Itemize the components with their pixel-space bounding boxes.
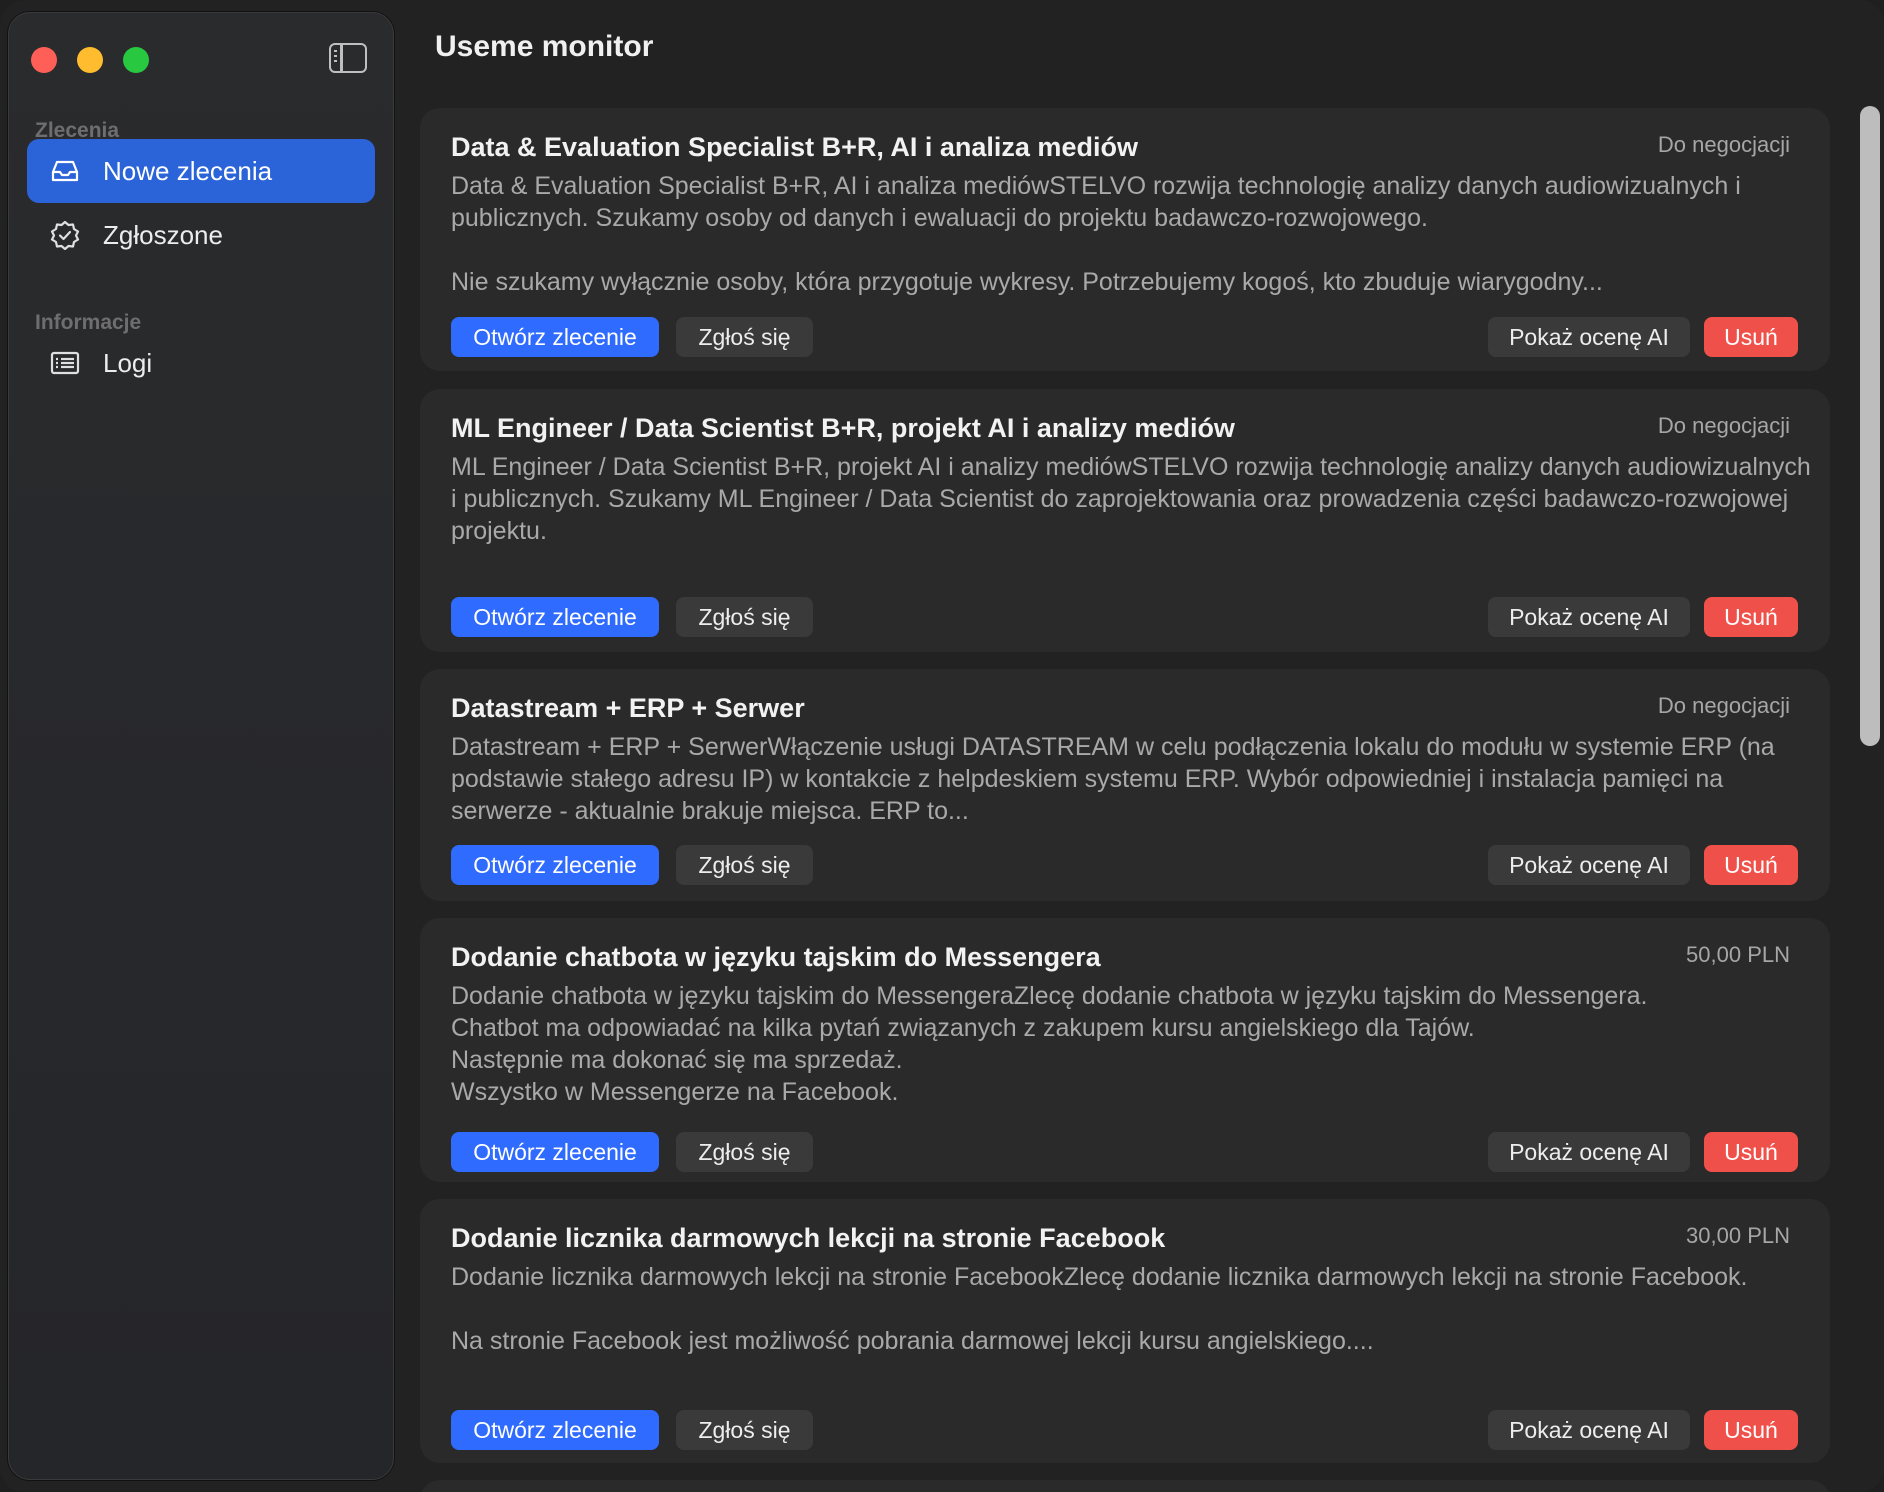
job-price: Do negocjacji <box>1657 413 1790 438</box>
job-description: Datastream + ERP + SerwerWłączenie usług… <box>451 733 1782 825</box>
sidebar-item-nowe-zlecenia[interactable]: Nowe zlecenia <box>27 139 375 203</box>
delete-button[interactable]: Usuń <box>1704 597 1798 637</box>
scrollbar-thumb[interactable] <box>1860 106 1880 746</box>
job-description: Dodanie chatbota w języku tajskim do Mes… <box>451 982 1648 1106</box>
show-ai-rating-button[interactable]: Pokaż ocenę AI <box>1488 1410 1690 1450</box>
show-ai-rating-button[interactable]: Pokaż ocenę AI <box>1488 317 1690 357</box>
show-ai-rating-button[interactable]: Pokaż ocenę AI <box>1488 1132 1690 1172</box>
zoom-window-button[interactable] <box>123 47 149 73</box>
job-card: Dodanie licznika darmowych lekcji na str… <box>420 1199 1830 1463</box>
job-title: Data & Evaluation Specialist B+R, AI i a… <box>451 132 1138 162</box>
list-icon <box>49 347 81 379</box>
job-title: ML Engineer / Data Scientist B+R, projek… <box>451 413 1235 443</box>
job-title: Datastream + ERP + Serwer <box>451 693 805 723</box>
job-card: Datastream + ERP + Serwer Do negocjacji … <box>420 669 1830 901</box>
sidebar-item-label: Logi <box>103 347 153 378</box>
close-window-button[interactable] <box>31 47 57 73</box>
job-card: Data & Evaluation Specialist B+R, AI i a… <box>420 108 1830 371</box>
job-description: Data & Evaluation Specialist B+R, AI i a… <box>451 172 1741 296</box>
job-card: ML Engineer / Data Scientist B+R, projek… <box>420 389 1830 652</box>
job-description: Dodanie licznika darmowych lekcji na str… <box>451 1263 1748 1355</box>
job-price: Do negocjacji <box>1657 693 1790 718</box>
apply-button[interactable]: Zgłoś się <box>676 597 813 637</box>
apply-button[interactable]: Zgłoś się <box>676 1132 813 1172</box>
job-price: 30,00 PLN <box>1686 1223 1790 1248</box>
job-title: Dodanie chatbota w języku tajskim do Mes… <box>451 942 1101 972</box>
delete-button[interactable]: Usuń <box>1704 317 1798 357</box>
sidebar-toggle-icon[interactable] <box>329 43 367 73</box>
show-ai-rating-button[interactable]: Pokaż ocenę AI <box>1488 597 1690 637</box>
job-card: Dodanie chatbota w języku tajskim do Mes… <box>420 918 1830 1182</box>
delete-button[interactable]: Usuń <box>1704 845 1798 885</box>
open-job-button[interactable]: Otwórz zlecenie <box>451 1132 659 1172</box>
show-ai-rating-button[interactable]: Pokaż ocenę AI <box>1488 845 1690 885</box>
open-job-button[interactable]: Otwórz zlecenie <box>451 1410 659 1450</box>
job-card <box>420 1480 1830 1492</box>
sidebar: Zlecenia Nowe zlecenia Zgłoszone Informa… <box>8 12 394 1480</box>
open-job-button[interactable]: Otwórz zlecenie <box>451 597 659 637</box>
checkmark-seal-icon <box>49 219 81 251</box>
job-price: 50,00 PLN <box>1686 942 1790 967</box>
tray-icon <box>49 155 81 187</box>
minimize-window-button[interactable] <box>77 47 103 73</box>
open-job-button[interactable]: Otwórz zlecenie <box>451 845 659 885</box>
sidebar-item-logi[interactable]: Logi <box>27 331 375 395</box>
sidebar-item-label: Zgłoszone <box>103 219 223 250</box>
page-title: Useme monitor <box>435 30 654 63</box>
sidebar-item-zgloszone[interactable]: Zgłoszone <box>27 203 375 267</box>
apply-button[interactable]: Zgłoś się <box>676 317 813 357</box>
job-price: Do negocjacji <box>1657 132 1790 157</box>
delete-button[interactable]: Usuń <box>1704 1132 1798 1172</box>
apply-button[interactable]: Zgłoś się <box>676 845 813 885</box>
job-description: ML Engineer / Data Scientist B+R, projek… <box>451 453 1818 545</box>
apply-button[interactable]: Zgłoś się <box>676 1410 813 1450</box>
sidebar-item-label: Nowe zlecenia <box>103 155 273 186</box>
delete-button[interactable]: Usuń <box>1704 1410 1798 1450</box>
job-title: Dodanie licznika darmowych lekcji na str… <box>451 1223 1166 1253</box>
open-job-button[interactable]: Otwórz zlecenie <box>451 317 659 357</box>
app-window: Zlecenia Nowe zlecenia Zgłoszone Informa… <box>0 0 1884 1492</box>
